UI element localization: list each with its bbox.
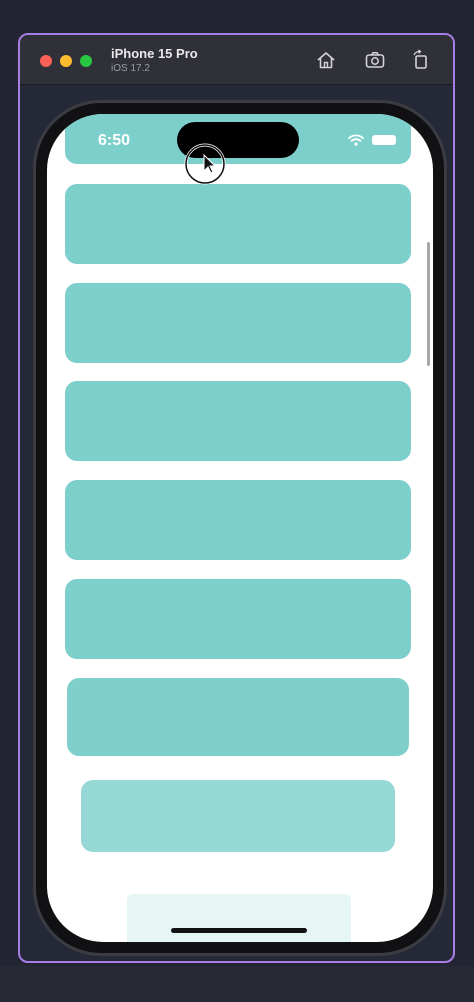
scroll-indicator[interactable] <box>427 242 430 366</box>
battery-icon <box>372 135 396 145</box>
os-version: iOS 17.2 <box>111 63 150 74</box>
title-bar[interactable]: iPhone 15 Pro iOS 17.2 <box>20 35 453 85</box>
minimize-window-button[interactable] <box>60 55 72 67</box>
list-card[interactable] <box>65 480 411 560</box>
home-icon <box>317 52 335 69</box>
iphone-frame: 6:50 <box>33 100 447 956</box>
device-screen[interactable]: 6:50 <box>47 114 433 942</box>
close-window-button[interactable] <box>40 55 52 67</box>
list-card[interactable] <box>127 894 351 942</box>
list-card[interactable] <box>81 780 395 852</box>
rotate-icon <box>413 49 427 69</box>
home-indicator[interactable] <box>171 928 307 933</box>
camera-icon <box>365 52 385 68</box>
wifi-icon <box>348 134 364 146</box>
list-card[interactable] <box>65 283 411 363</box>
list-card[interactable] <box>65 184 411 264</box>
device-name: iPhone 15 Pro <box>111 46 198 61</box>
zoom-window-button[interactable] <box>80 55 92 67</box>
desktop-background <box>0 966 474 1002</box>
rotate-button[interactable] <box>410 49 432 71</box>
simulator-window: iPhone 15 Pro iOS 17.2 6:50 <box>18 33 455 963</box>
status-time: 6:50 <box>98 132 131 149</box>
list-card[interactable] <box>67 678 409 756</box>
screenshot-button[interactable] <box>364 49 386 71</box>
home-button[interactable] <box>315 49 337 71</box>
device-title: iPhone 15 Pro iOS 17.2 <box>111 46 198 75</box>
list-card[interactable] <box>65 579 411 659</box>
cursor-icon <box>184 143 226 185</box>
list-card[interactable] <box>65 381 411 461</box>
